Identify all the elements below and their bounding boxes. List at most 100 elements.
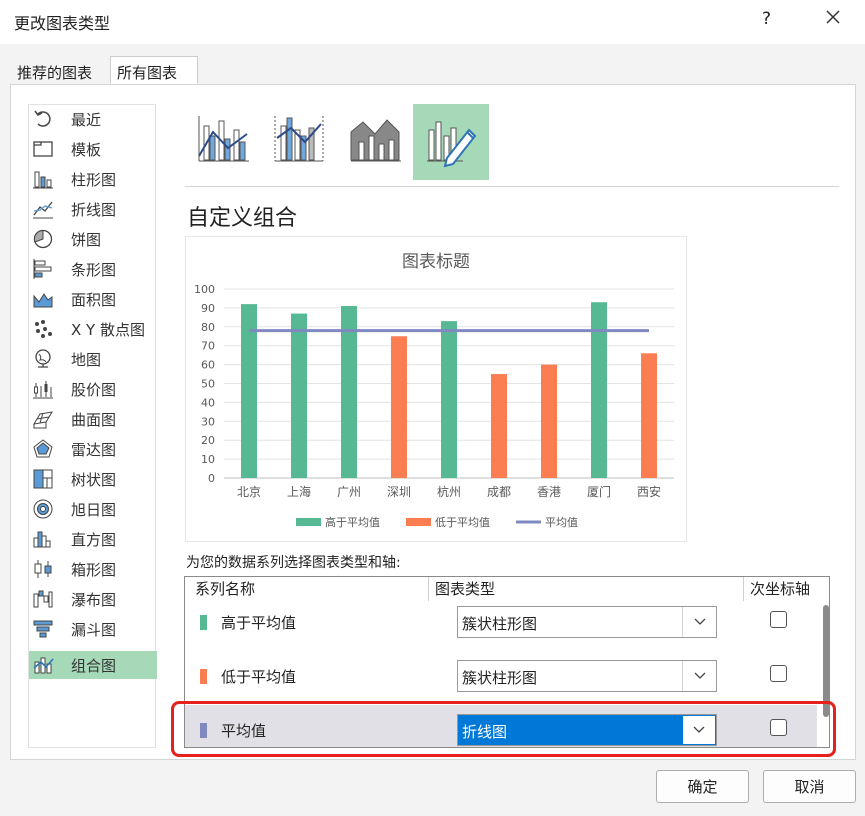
sidebar-item-funnel[interactable]: 漏斗图 xyxy=(29,615,157,643)
box-whisker-chart-icon xyxy=(32,558,54,580)
y-tick-label: 40 xyxy=(201,396,215,409)
chevron-down-icon[interactable] xyxy=(682,607,716,637)
map-chart-icon xyxy=(32,348,54,370)
header-secondary-axis: 次坐标轴 xyxy=(750,580,811,598)
sidebar-item-bar[interactable]: 条形图 xyxy=(29,255,157,283)
y-tick-label: 90 xyxy=(201,302,215,315)
x-tick-label: 广州 xyxy=(337,485,361,499)
bar-chart-icon xyxy=(32,258,54,280)
sidebar-item-sunburst[interactable]: 旭日图 xyxy=(29,495,157,523)
subtype-custom-combination[interactable] xyxy=(413,104,489,180)
clustered-column-line-secondary-axis-icon xyxy=(271,112,327,172)
chart-preview: 图表标题 0 10 20 30 40 50 60 70 80 90 100 北京 上海 广州 深圳 杭州 成都 香港… xyxy=(185,236,687,542)
series-color-swatch xyxy=(200,669,207,684)
secondary-axis-checkbox[interactable] xyxy=(770,611,787,628)
surface-chart-icon xyxy=(32,408,54,430)
sidebar-item-area[interactable]: 面积图 xyxy=(29,285,157,313)
sidebar-item-label: 最近 xyxy=(71,110,102,129)
sidebar-item-column[interactable]: 柱形图 xyxy=(29,165,157,193)
legend-label: 平均值 xyxy=(545,516,578,529)
header-series-name: 系列名称 xyxy=(195,580,256,598)
sidebar-item-surface[interactable]: 曲面图 xyxy=(29,405,157,433)
series-row: 低于平均值 簇状柱形图 xyxy=(185,651,825,705)
custom-combination-icon xyxy=(423,112,479,172)
divider xyxy=(185,186,839,187)
subtype-clustered-column-line[interactable] xyxy=(185,104,261,180)
series-row-selected: 平均值 折线图 xyxy=(185,705,825,747)
histogram-chart-icon xyxy=(32,528,54,550)
sidebar-item-box-whisker[interactable]: 箱形图 xyxy=(29,555,157,583)
legend-swatch xyxy=(406,518,431,526)
tab-all-charts[interactable]: 所有图表 xyxy=(110,56,198,84)
subtype-stacked-area-clustered-column[interactable] xyxy=(337,104,413,180)
sidebar-item-combo[interactable]: 组合图 xyxy=(29,651,157,679)
x-tick-label: 杭州 xyxy=(437,484,461,499)
sidebar-item-template[interactable]: 模板 xyxy=(29,135,157,163)
sidebar-item-treemap[interactable]: 树状图 xyxy=(29,465,157,493)
scrollbar-thumb[interactable] xyxy=(823,605,829,717)
chart-type-select[interactable]: 簇状柱形图 xyxy=(457,606,717,638)
chevron-down-icon[interactable] xyxy=(682,715,716,745)
chart-type-value: 簇状柱形图 xyxy=(462,669,538,687)
sidebar-item-map[interactable]: 地图 xyxy=(29,345,157,373)
scatter-chart-icon xyxy=(32,318,54,340)
chart-type-value: 簇状柱形图 xyxy=(462,615,538,633)
sidebar-item-label: 树状图 xyxy=(71,470,117,489)
series-table: 系列名称 图表类型 次坐标轴 高于平均值 簇状柱形图 低于平均值 簇状柱形图 平… xyxy=(184,576,830,748)
sidebar-item-label: 地图 xyxy=(71,350,102,369)
line-chart-icon xyxy=(32,198,54,220)
series-name: 低于平均值 xyxy=(221,668,297,686)
series-name: 高于平均值 xyxy=(221,614,297,632)
secondary-axis-checkbox[interactable] xyxy=(770,719,787,736)
sidebar-item-label: X Y 散点图 xyxy=(71,320,145,339)
x-tick-label: 成都 xyxy=(487,485,511,499)
chevron-down-icon[interactable] xyxy=(682,661,716,691)
cancel-button[interactable]: 取消 xyxy=(763,770,856,803)
tab-recommended[interactable]: 推荐的图表 xyxy=(10,56,107,84)
recent-icon xyxy=(32,108,54,130)
legend-swatch xyxy=(296,518,321,526)
series-color-swatch xyxy=(200,723,207,738)
clustered-column-line-icon xyxy=(195,112,251,172)
stacked-area-clustered-column-icon xyxy=(347,112,403,172)
help-button[interactable]: ? xyxy=(762,9,771,29)
sidebar-item-recent[interactable]: 最近 xyxy=(29,105,157,133)
funnel-chart-icon xyxy=(32,618,54,640)
series-prompt: 为您的数据系列选择图表类型和轴: xyxy=(186,555,401,571)
title-bar: 更改图表类型 ? xyxy=(0,0,865,44)
sidebar-item-label: 饼图 xyxy=(71,230,102,249)
y-tick-label: 100 xyxy=(194,283,215,296)
sidebar-item-histogram[interactable]: 直方图 xyxy=(29,525,157,553)
secondary-axis-checkbox[interactable] xyxy=(770,665,787,682)
sidebar-item-radar[interactable]: 雷达图 xyxy=(29,435,157,463)
section-heading: 自定义组合 xyxy=(187,206,298,231)
x-tick-label: 香港 xyxy=(537,485,561,499)
sidebar-item-label: 箱形图 xyxy=(71,560,117,579)
sidebar-item-line[interactable]: 折线图 xyxy=(29,195,157,223)
template-icon xyxy=(32,138,54,160)
series-color-swatch xyxy=(200,615,207,630)
y-tick-label: 80 xyxy=(201,321,215,334)
sidebar-item-pie[interactable]: 饼图 xyxy=(29,225,157,253)
sidebar-item-waterfall[interactable]: 瀑布图 xyxy=(29,585,157,613)
subtype-clustered-column-line-secondary-axis[interactable] xyxy=(261,104,337,180)
sidebar-item-scatter[interactable]: X Y 散点图 xyxy=(29,315,157,343)
pie-chart-icon xyxy=(32,228,54,250)
stock-chart-icon xyxy=(32,378,54,400)
series-name: 平均值 xyxy=(221,722,267,740)
ok-button[interactable]: 确定 xyxy=(656,770,749,803)
sidebar-item-label: 柱形图 xyxy=(71,170,117,189)
legend-label: 低于平均值 xyxy=(435,516,490,529)
y-tick-label: 50 xyxy=(201,378,215,391)
sidebar-item-stock[interactable]: 股价图 xyxy=(29,375,157,403)
treemap-chart-icon xyxy=(32,468,54,490)
chart-type-select[interactable]: 簇状柱形图 xyxy=(457,660,717,692)
x-tick-label: 上海 xyxy=(287,484,311,499)
y-tick-label: 10 xyxy=(201,453,215,466)
chart-type-select[interactable]: 折线图 xyxy=(457,714,717,746)
sidebar-item-label: 模板 xyxy=(71,140,102,159)
close-icon[interactable] xyxy=(822,6,844,28)
sunburst-chart-icon xyxy=(32,498,54,520)
x-tick-label: 北京 xyxy=(237,485,261,499)
y-tick-label: 70 xyxy=(201,340,215,353)
